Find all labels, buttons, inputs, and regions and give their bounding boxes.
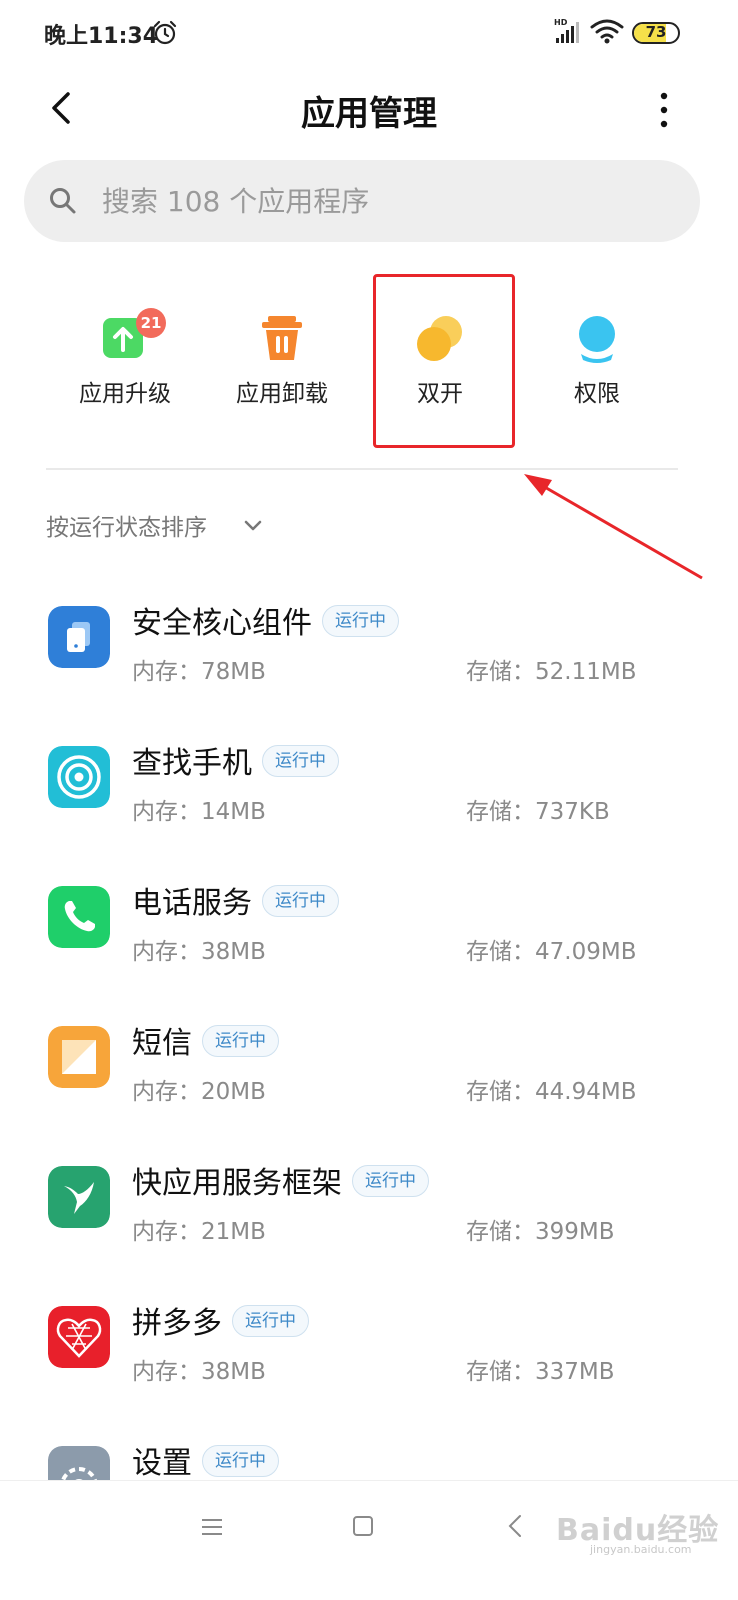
search-icon <box>50 188 76 214</box>
home-button[interactable] <box>352 1515 374 1537</box>
security-component-icon <box>48 606 110 668</box>
memory-usage: 内存：38MB <box>132 1359 266 1385</box>
battery-percent: 73 <box>645 23 667 41</box>
sort-dropdown[interactable]: 按运行状态排序 <box>46 508 262 544</box>
running-badge: 运行中 <box>232 1304 309 1337</box>
pinduoduo-icon <box>48 1306 110 1368</box>
watermark-url: jingyan.baidu.com <box>590 1543 692 1556</box>
annotation-highlight-box <box>373 274 515 448</box>
running-badge: 运行中 <box>202 1444 279 1477</box>
sms-icon <box>48 1026 110 1088</box>
memory-usage: 内存：21MB <box>132 1219 266 1245</box>
quick-actions: 21 应用升级 应用卸载 双开 权限 <box>0 270 738 450</box>
phone-icon <box>48 886 110 948</box>
app-upgrade-button[interactable]: 21 应用升级 <box>50 270 200 450</box>
app-row-sms[interactable]: 短信 运行中 内存：20MB 存储：44.94MB <box>0 990 738 1130</box>
app-name: 设置 运行中 <box>132 1438 279 1482</box>
battery-icon: 73 <box>632 22 680 44</box>
app-row-find-phone[interactable]: 查找手机 运行中 内存：14MB 存储：737KB <box>0 710 738 850</box>
storage-usage: 存储：44.94MB <box>466 1079 637 1105</box>
running-badge: 运行中 <box>202 1024 279 1057</box>
trash-icon <box>262 316 302 360</box>
memory-usage: 内存：78MB <box>132 659 266 685</box>
running-badge: 运行中 <box>322 604 399 637</box>
status-time: 晚上11:34 <box>44 24 159 49</box>
storage-usage: 存储：337MB <box>466 1359 615 1385</box>
storage-usage: 存储：737KB <box>466 799 610 825</box>
app-name: 快应用服务框架 运行中 <box>132 1158 429 1202</box>
app-row-pinduoduo[interactable]: 拼多多 运行中 内存：38MB 存储：337MB <box>0 1270 738 1410</box>
update-count-badge: 21 <box>136 308 166 338</box>
find-phone-icon <box>48 746 110 808</box>
app-name: 拼多多 运行中 <box>132 1298 309 1342</box>
memory-usage: 内存：20MB <box>132 1079 266 1105</box>
svg-text:HD: HD <box>554 18 568 27</box>
memory-usage: 内存：14MB <box>132 799 266 825</box>
system-navigation-bar: Baidu经验 jingyan.baidu.com <box>0 1480 738 1600</box>
app-name: 安全核心组件 运行中 <box>132 598 399 642</box>
running-badge: 运行中 <box>352 1164 429 1197</box>
divider <box>46 468 678 470</box>
memory-usage: 内存：38MB <box>132 939 266 965</box>
app-upgrade-label: 应用升级 <box>79 381 171 407</box>
app-row-quick-app-framework[interactable]: 快应用服务框架 运行中 内存：21MB 存储：399MB <box>0 1130 738 1270</box>
app-name: 电话服务 运行中 <box>132 878 339 922</box>
app-name: 查找手机 运行中 <box>132 738 339 782</box>
permission-icon <box>579 316 615 363</box>
more-options-button[interactable] <box>650 90 678 130</box>
running-badge: 运行中 <box>262 884 339 917</box>
search-input[interactable] <box>102 180 662 222</box>
signal-icon: HD <box>554 18 579 43</box>
status-bar: 晚上11:34 HD 73 <box>0 0 738 68</box>
recent-apps-button[interactable] <box>200 1515 224 1539</box>
header: 应用管理 <box>0 68 738 148</box>
quick-app-icon <box>48 1166 110 1228</box>
alarm-icon <box>153 20 177 45</box>
app-uninstall-button[interactable]: 应用卸载 <box>207 270 357 450</box>
chevron-down-icon <box>244 520 262 531</box>
nav-back-button[interactable] <box>506 1513 524 1539</box>
storage-usage: 存储：47.09MB <box>466 939 637 965</box>
storage-usage: 存储：52.11MB <box>466 659 637 685</box>
search-bar[interactable] <box>24 160 700 242</box>
app-name: 短信 运行中 <box>132 1018 279 1062</box>
permissions-button[interactable]: 权限 <box>522 270 672 450</box>
running-badge: 运行中 <box>262 744 339 777</box>
permissions-label: 权限 <box>574 381 620 407</box>
wifi-icon <box>590 19 624 44</box>
sort-label: 按运行状态排序 <box>46 515 207 541</box>
app-row-security-component[interactable]: 安全核心组件 运行中 内存：78MB 存储：52.11MB <box>0 570 738 710</box>
app-row-phone-service[interactable]: 电话服务 运行中 内存：38MB 存储：47.09MB <box>0 850 738 990</box>
page-title: 应用管理 <box>301 94 437 134</box>
app-uninstall-label: 应用卸载 <box>236 381 328 407</box>
storage-usage: 存储：399MB <box>466 1219 615 1245</box>
